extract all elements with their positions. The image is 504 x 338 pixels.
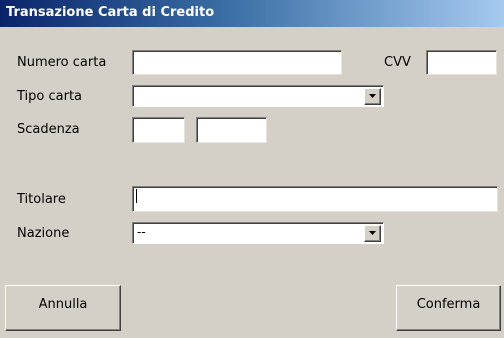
holder-label: Titolare [17,192,66,207]
expiry-month-input[interactable] [132,117,185,143]
chevron-down-icon[interactable] [364,225,381,242]
cancel-button-label: Annulla [38,297,88,312]
chevron-down-icon[interactable] [364,88,381,105]
card-number-label: Numero carta [17,55,107,70]
cancel-button[interactable]: Annulla [5,285,121,331]
confirm-button[interactable]: Conferma [396,285,501,331]
card-type-select[interactable] [132,85,384,107]
credit-card-dialog: Transazione Carta di Credito Numero cart… [0,0,504,338]
cvv-input[interactable] [426,50,497,75]
expiry-year-input[interactable] [196,117,267,143]
country-value: -- [137,225,146,239]
country-select[interactable]: -- [132,222,384,244]
title-bar[interactable]: Transazione Carta di Credito [0,0,504,27]
holder-input[interactable] [132,186,498,212]
cvv-label: CVV [384,55,411,70]
card-number-input[interactable] [132,50,342,75]
country-label: Nazione [17,226,70,241]
window-title: Transazione Carta di Credito [6,5,215,20]
text-cursor [136,189,137,203]
confirm-button-label: Conferma [416,297,481,312]
card-type-label: Tipo carta [17,89,83,104]
expiry-label: Scadenza [17,122,80,137]
